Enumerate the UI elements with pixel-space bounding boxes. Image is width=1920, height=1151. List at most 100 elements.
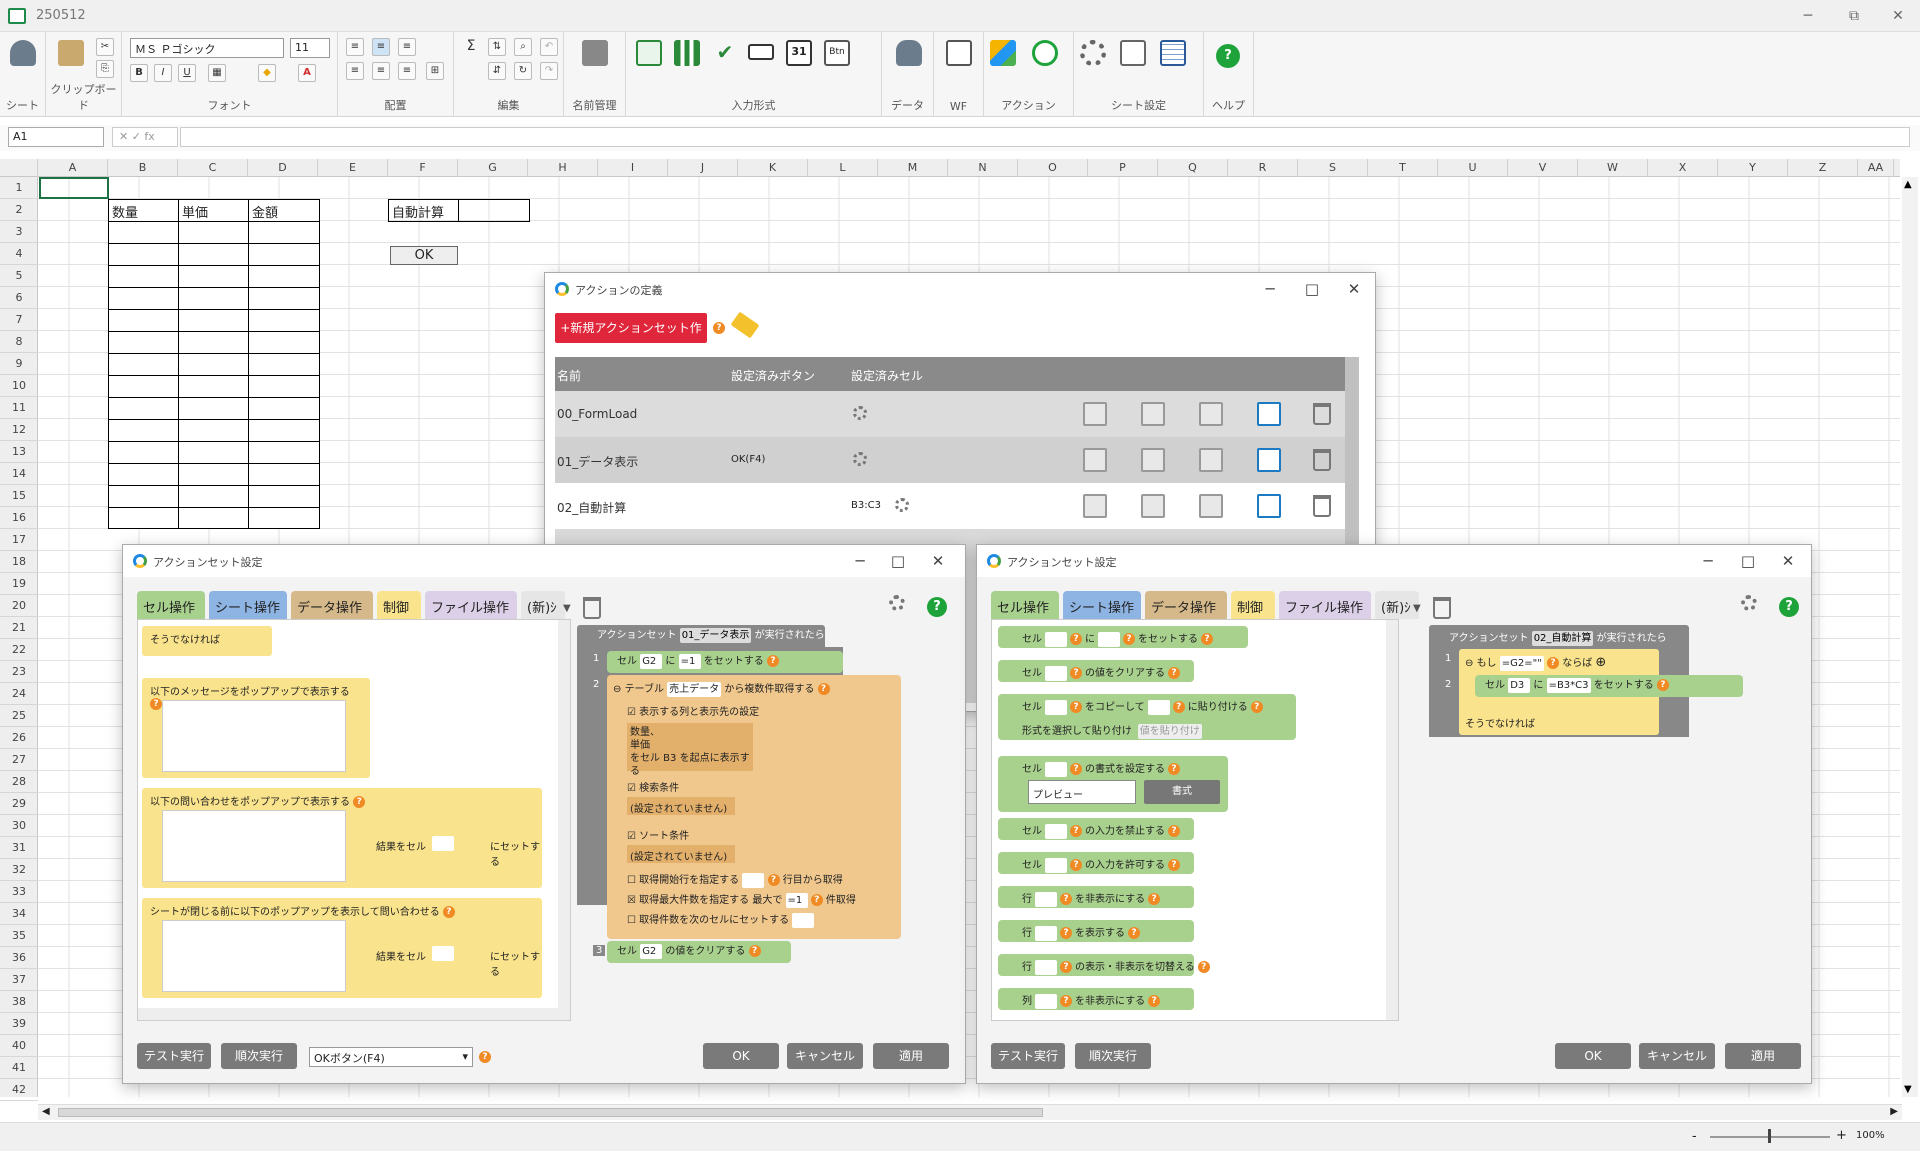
close-inquiry-block[interactable]: シートが閉じる前に以下のポップアップを表示して問い合わせる ? 結果をセル にセ…: [142, 898, 542, 998]
scroll-thumb[interactable]: [58, 1108, 1043, 1117]
cols-value[interactable]: 数量、 単価 をセル B3 を起点に表示する: [627, 723, 753, 777]
count-input[interactable]: [792, 912, 815, 928]
inquiry-textarea[interactable]: [162, 810, 346, 882]
row-header[interactable]: 42: [0, 1079, 38, 1101]
block-input[interactable]: [1045, 631, 1067, 647]
scroll-down-icon[interactable]: ▼: [1904, 1084, 1912, 1095]
gear-icon[interactable]: [853, 452, 867, 466]
row-header[interactable]: 30: [0, 815, 38, 837]
row-header[interactable]: 20: [0, 595, 38, 617]
close-inquiry-textarea[interactable]: [162, 920, 346, 992]
sort-icon[interactable]: ⇅: [488, 38, 506, 56]
run-icon[interactable]: [1032, 40, 1058, 66]
column-header[interactable]: M: [878, 159, 948, 177]
help-icon[interactable]: ?: [150, 698, 162, 710]
help-icon[interactable]: ?: [1070, 701, 1082, 713]
column-header[interactable]: S: [1298, 159, 1368, 177]
cell-input[interactable]: G2: [640, 943, 663, 959]
row-header[interactable]: 26: [0, 727, 38, 749]
align-right-icon[interactable]: ≡: [398, 62, 416, 80]
column-header[interactable]: K: [738, 159, 808, 177]
find-icon[interactable]: ⌕: [514, 38, 532, 56]
apply-button[interactable]: 適用: [1725, 1043, 1801, 1069]
row-header[interactable]: 35: [0, 925, 38, 947]
palette-block[interactable]: セル? の入力を禁止する?: [998, 818, 1194, 840]
result-cell-input[interactable]: [432, 946, 454, 961]
vertical-scrollbar[interactable]: ▲ ▼: [1902, 177, 1918, 1097]
formula-input[interactable]: [180, 127, 1910, 147]
help-icon[interactable]: ?: [1779, 597, 1799, 617]
row-header[interactable]: 11: [0, 397, 38, 419]
action-row[interactable]: 02_自動計算 B3:C3: [555, 483, 1345, 529]
column-header[interactable]: F: [388, 159, 458, 177]
help-icon[interactable]: ?: [810, 894, 823, 906]
ok-button[interactable]: OK: [1555, 1043, 1631, 1069]
row-header[interactable]: 5: [0, 265, 38, 287]
start-input[interactable]: [742, 872, 765, 888]
horizontal-scrollbar[interactable]: ◀ ▶: [38, 1104, 1902, 1120]
sum-icon[interactable]: Σ: [462, 38, 480, 56]
palette-block[interactable]: セル? の入力を許可する?: [998, 852, 1194, 874]
corner-cell[interactable]: [0, 159, 38, 177]
block-input[interactable]: [1098, 631, 1120, 647]
column-header[interactable]: Y: [1718, 159, 1788, 177]
action-icon[interactable]: [990, 40, 1016, 66]
palette-block[interactable]: セル? をコピーして? に貼り付ける? 形式を選択して貼り付け 値を貼り付け: [998, 694, 1296, 740]
column-header[interactable]: B: [108, 159, 178, 177]
row-header[interactable]: 40: [0, 1035, 38, 1057]
tab-control[interactable]: 制御: [377, 591, 421, 619]
action-row[interactable]: 00_FormLoad: [555, 391, 1345, 437]
palette-scrollbar[interactable]: [558, 620, 570, 1020]
column-header[interactable]: C: [178, 159, 248, 177]
help-icon[interactable]: ?: [442, 906, 455, 918]
help-icon[interactable]: ?: [1070, 667, 1082, 679]
row-header[interactable]: 8: [0, 331, 38, 353]
help-icon[interactable]: ?: [767, 874, 780, 886]
edit-icon[interactable]: [1257, 402, 1281, 426]
block-input[interactable]: [1045, 665, 1067, 681]
max-input[interactable]: =1: [785, 892, 808, 908]
column-header[interactable]: Q: [1158, 159, 1228, 177]
help-icon[interactable]: ?: [1060, 995, 1072, 1007]
edit-icon[interactable]: [1257, 494, 1281, 518]
help-icon[interactable]: ?: [1070, 763, 1082, 775]
step-run-button[interactable]: 順次実行: [221, 1043, 297, 1069]
gear-icon[interactable]: [853, 406, 867, 420]
row-header[interactable]: 19: [0, 573, 38, 595]
block-input[interactable]: [1045, 761, 1067, 777]
palette-block[interactable]: セル? に? をセットする?: [998, 626, 1248, 648]
tab-file[interactable]: ファイル操作: [1279, 591, 1371, 619]
name-box[interactable]: A1: [8, 127, 104, 147]
tab-cell[interactable]: セル操作: [137, 591, 205, 619]
help-icon[interactable]: ?: [1197, 961, 1210, 973]
search-value[interactable]: (設定されていません): [627, 797, 735, 815]
maximize-icon[interactable]: □: [883, 549, 913, 573]
help-icon[interactable]: ?: [927, 597, 947, 617]
row-header[interactable]: 34: [0, 903, 38, 925]
settings-icon[interactable]: [1741, 595, 1757, 611]
block-input[interactable]: [1045, 823, 1067, 839]
maximize-icon[interactable]: □: [1733, 549, 1763, 573]
table-input[interactable]: 売上データ: [667, 681, 722, 697]
textbox-icon[interactable]: [748, 44, 774, 60]
tab-scroll-icon[interactable]: ▼: [563, 603, 571, 614]
message-textarea[interactable]: [162, 700, 346, 772]
row-header[interactable]: 16: [0, 507, 38, 529]
row-header[interactable]: 25: [0, 705, 38, 727]
trigger-select[interactable]: OKボタン(F4) ▾: [309, 1047, 473, 1067]
cancel-button[interactable]: キャンセル: [787, 1043, 863, 1069]
help-icon[interactable]: ?: [1148, 893, 1161, 905]
column-header[interactable]: G: [458, 159, 528, 177]
open-icon[interactable]: [1083, 448, 1107, 472]
close-button[interactable]: ✕: [1880, 4, 1916, 28]
condition-input[interactable]: =G2="": [1499, 655, 1544, 671]
column-header[interactable]: V: [1508, 159, 1578, 177]
sort-desc-icon[interactable]: ⇵: [488, 62, 506, 80]
column-header[interactable]: P: [1088, 159, 1158, 177]
format-button[interactable]: 書式: [1144, 780, 1220, 804]
row-header[interactable]: 36: [0, 947, 38, 969]
cell-input[interactable]: D3: [1508, 677, 1531, 693]
zoom-in-button[interactable]: +: [1836, 1128, 1847, 1143]
help-icon[interactable]: ?: [1250, 701, 1263, 713]
button-icon[interactable]: Btn: [824, 40, 850, 66]
